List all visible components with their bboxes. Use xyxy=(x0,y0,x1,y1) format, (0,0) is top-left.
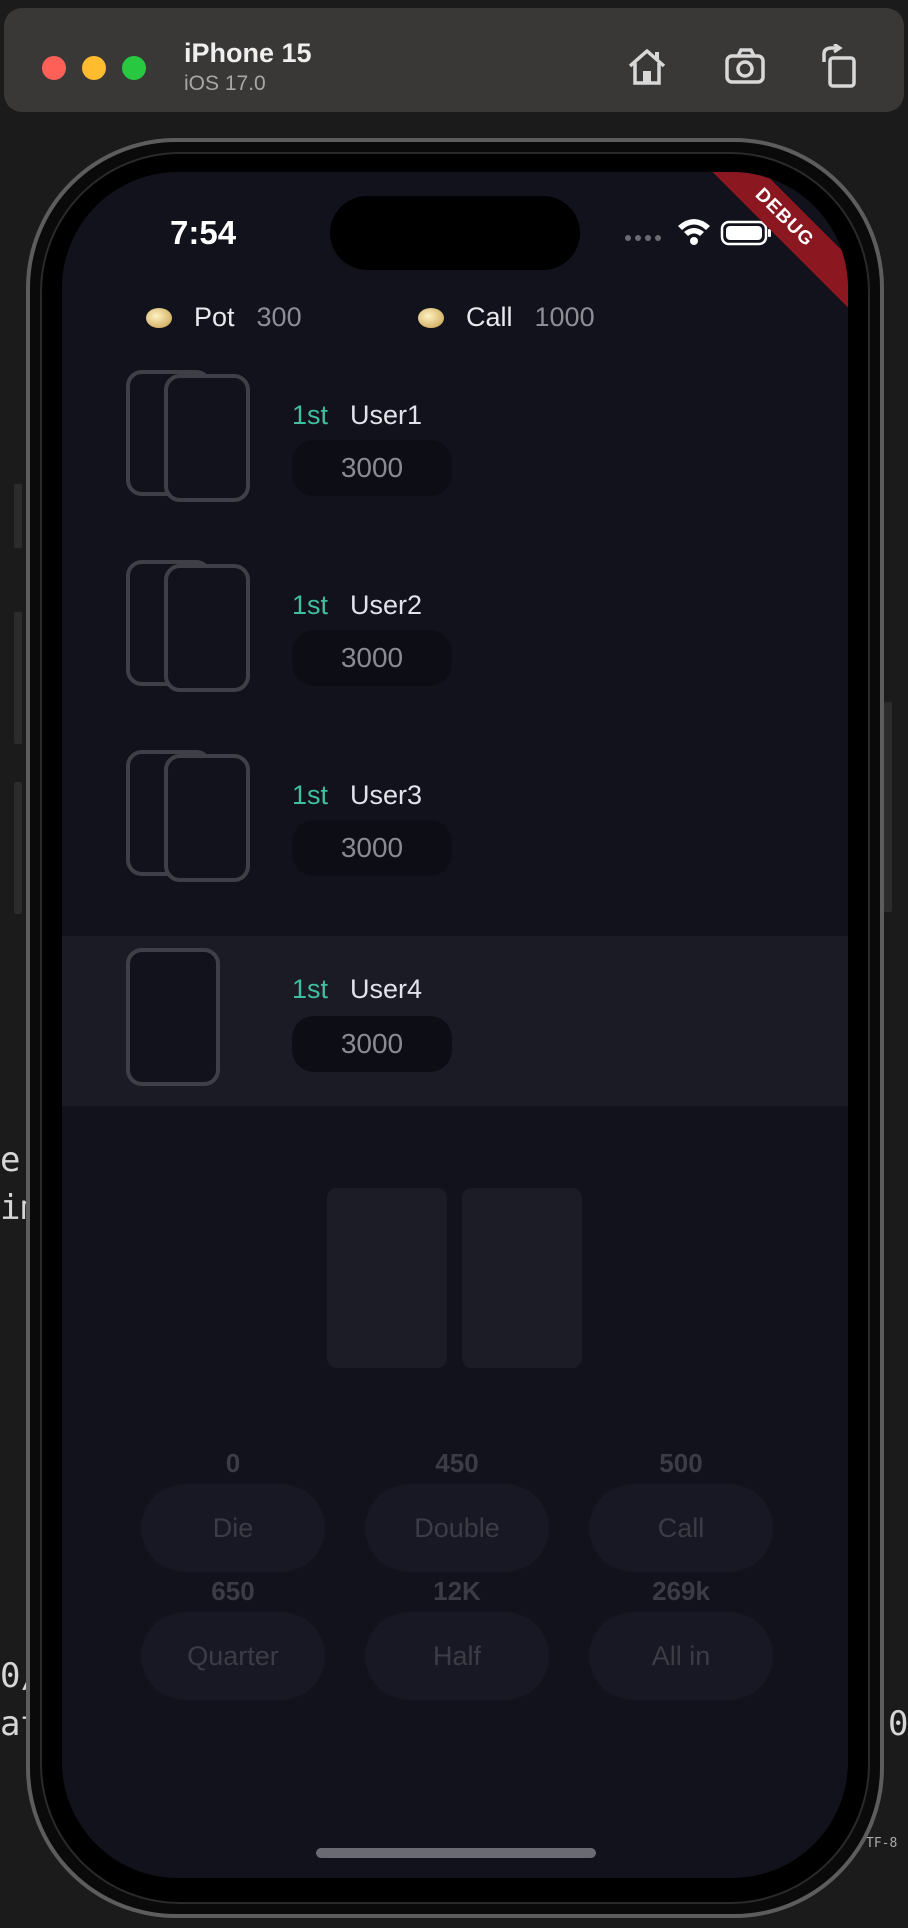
cellular-icon xyxy=(625,235,661,241)
hidden-card xyxy=(164,754,250,882)
player-rank: 1st xyxy=(292,400,329,430)
pot-info: Pot 300 xyxy=(146,302,302,333)
hidden-card xyxy=(164,564,250,692)
player-row[interactable]: 1st User3 3000 xyxy=(62,742,848,912)
player-stack: 3000 xyxy=(292,1016,452,1072)
pot-value: 300 xyxy=(256,302,302,332)
player-row-active[interactable]: 1st User4 3000 xyxy=(62,936,848,1106)
call-value: 1000 xyxy=(534,302,595,332)
home-icon xyxy=(628,49,666,85)
device-name: iPhone 15 xyxy=(184,38,312,68)
die-button[interactable]: Die xyxy=(141,1484,325,1572)
board-card xyxy=(462,1188,582,1368)
status-icons xyxy=(625,219,771,246)
board-card xyxy=(327,1188,447,1368)
action-amount: 269k xyxy=(652,1576,710,1606)
call-info: Call 1000 xyxy=(418,302,595,333)
wifi-icon xyxy=(678,219,710,245)
call-button[interactable]: Call xyxy=(589,1484,773,1572)
home-button[interactable] xyxy=(624,44,670,90)
hidden-card xyxy=(126,948,220,1086)
action-amount: 450 xyxy=(435,1448,479,1478)
player-row[interactable]: 1st User2 3000 xyxy=(62,552,848,722)
action-amount: 0 xyxy=(225,1448,241,1478)
screenshot-button[interactable] xyxy=(722,44,768,90)
side-button xyxy=(14,612,22,744)
battery-icon xyxy=(720,220,771,246)
simulator-toolbar: iPhone 15 iOS 17.0 xyxy=(4,8,904,112)
player-name: User1 xyxy=(350,400,423,430)
action-amount: 650 xyxy=(211,1576,255,1606)
action-amount: 500 xyxy=(659,1448,703,1478)
chip-icon xyxy=(146,307,172,328)
rotate-icon xyxy=(822,42,856,88)
editor-text-fragment: 0 xyxy=(888,1704,908,1744)
player-name: User4 xyxy=(350,974,423,1004)
quarter-button[interactable]: Quarter xyxy=(141,1612,325,1700)
player-name: User2 xyxy=(350,590,423,620)
hidden-card xyxy=(164,374,250,502)
player-name: User3 xyxy=(350,780,423,810)
player-rank: 1st xyxy=(292,974,329,1004)
minimize-window-button[interactable] xyxy=(82,56,106,80)
half-button[interactable]: Half xyxy=(365,1612,549,1700)
side-button xyxy=(14,782,22,914)
double-button[interactable]: Double xyxy=(365,1484,549,1572)
player-stack: 3000 xyxy=(292,440,452,496)
player-row[interactable]: 1st User1 3000 xyxy=(62,362,848,532)
status-time: 7:54 xyxy=(170,214,237,251)
dynamic-island xyxy=(330,196,580,270)
player-rank: 1st xyxy=(292,590,329,620)
player-stack: 3000 xyxy=(292,820,452,876)
player-stack: 3000 xyxy=(292,630,452,686)
action-amount: 12K xyxy=(433,1576,481,1606)
pot-label: Pot xyxy=(194,302,235,332)
encoding-label: TF-8 xyxy=(866,1836,898,1851)
side-button xyxy=(14,484,22,548)
os-version: iOS 17.0 xyxy=(184,72,266,95)
zoom-window-button[interactable] xyxy=(122,56,146,80)
player-rank: 1st xyxy=(292,780,329,810)
chip-icon xyxy=(418,307,444,328)
call-label: Call xyxy=(466,302,513,332)
home-indicator[interactable] xyxy=(316,1848,596,1858)
app-screen: 7:54 DEBUG Pot 300 Call 1000 1st User1 3… xyxy=(62,172,848,1878)
close-window-button[interactable] xyxy=(42,56,66,80)
all-in-button[interactable]: All in xyxy=(589,1612,773,1700)
side-button xyxy=(884,702,892,912)
rotate-button[interactable] xyxy=(816,42,862,90)
screenshot-icon xyxy=(725,48,765,84)
